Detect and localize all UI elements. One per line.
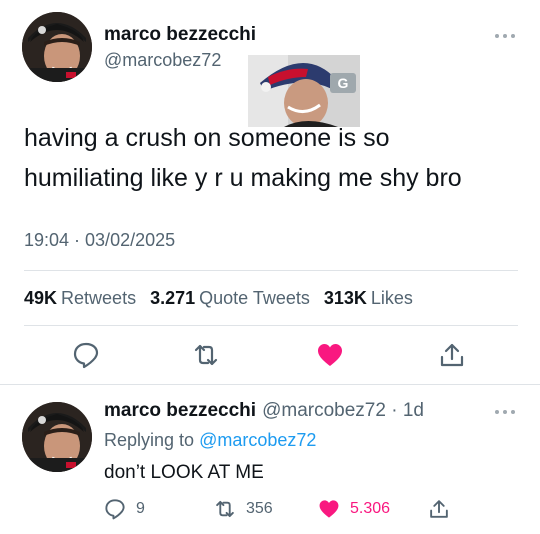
reply-separator: · bbox=[391, 400, 398, 421]
author-handle[interactable]: @marcobez72 bbox=[104, 50, 221, 71]
reply-icon bbox=[105, 499, 125, 520]
tweet-text-line: humiliating like y r u making me shy bro bbox=[24, 164, 462, 192]
reply-author-avatar[interactable] bbox=[22, 402, 92, 472]
tweet-text-line: having a crush on someone is so bbox=[24, 124, 390, 152]
reply-share-button[interactable] bbox=[428, 498, 450, 520]
quote-tweets-label: Quote Tweets bbox=[199, 288, 310, 308]
more-options-icon[interactable] bbox=[494, 408, 516, 416]
reply-icon[interactable] bbox=[72, 341, 100, 369]
quote-tweets-stat[interactable]: 3.271 Quote Tweets bbox=[150, 288, 310, 309]
tweet-stats: 49K Retweets 3.271 Quote Tweets 313K Likes bbox=[24, 288, 413, 309]
retweets-stat[interactable]: 49K Retweets bbox=[24, 288, 136, 309]
quote-tweets-count: 3.271 bbox=[150, 288, 196, 308]
reply-age[interactable]: 1d bbox=[403, 400, 424, 421]
svg-text:G: G bbox=[338, 75, 349, 91]
likes-stat[interactable]: 313K Likes bbox=[324, 288, 413, 309]
retweets-count: 49K bbox=[24, 288, 58, 308]
likes-count: 313K bbox=[323, 288, 367, 308]
divider bbox=[24, 270, 518, 271]
retweets-label: Retweets bbox=[61, 288, 137, 308]
author-name[interactable]: marco bezzecchi bbox=[104, 24, 256, 46]
divider bbox=[24, 325, 518, 326]
likes-label: Likes bbox=[370, 288, 413, 308]
tweet-timestamp[interactable]: 19:04 · 03/02/2025 bbox=[24, 230, 175, 251]
reply-replies-count: 9 bbox=[136, 500, 145, 517]
more-options-icon[interactable] bbox=[494, 32, 516, 40]
reply-retweets-count: 356 bbox=[246, 500, 273, 517]
reply-author-handle[interactable]: @marcobez72 bbox=[262, 400, 386, 421]
reply-author-name[interactable]: marco bezzecchi bbox=[104, 400, 256, 421]
reaction-photo: G bbox=[248, 55, 360, 127]
share-icon bbox=[430, 500, 448, 518]
reply-header: marco bezzecchi @marcobez72 · 1d bbox=[104, 400, 424, 422]
tweet-text: having a crush on someone is so humiliat… bbox=[24, 118, 524, 198]
section-divider bbox=[0, 384, 540, 385]
reply-retweet-button[interactable]: 356 bbox=[214, 498, 273, 520]
retweet-icon[interactable] bbox=[192, 341, 220, 369]
reply-likes-count: 5.306 bbox=[350, 500, 391, 517]
replying-to-label: Replying to bbox=[104, 430, 195, 450]
share-icon[interactable] bbox=[438, 341, 466, 369]
reply-like-button[interactable]: 5.306 bbox=[318, 498, 390, 520]
author-avatar[interactable] bbox=[22, 12, 92, 82]
heart-icon[interactable] bbox=[316, 341, 344, 369]
replying-to-handle[interactable]: @marcobez72 bbox=[199, 430, 316, 450]
replying-to: Replying to @marcobez72 bbox=[104, 430, 316, 451]
retweet-icon bbox=[216, 500, 234, 518]
reply-reply-button[interactable]: 9 bbox=[104, 498, 145, 520]
reply-text: don’t LOOK AT ME bbox=[104, 462, 264, 483]
heart-icon bbox=[319, 500, 339, 518]
